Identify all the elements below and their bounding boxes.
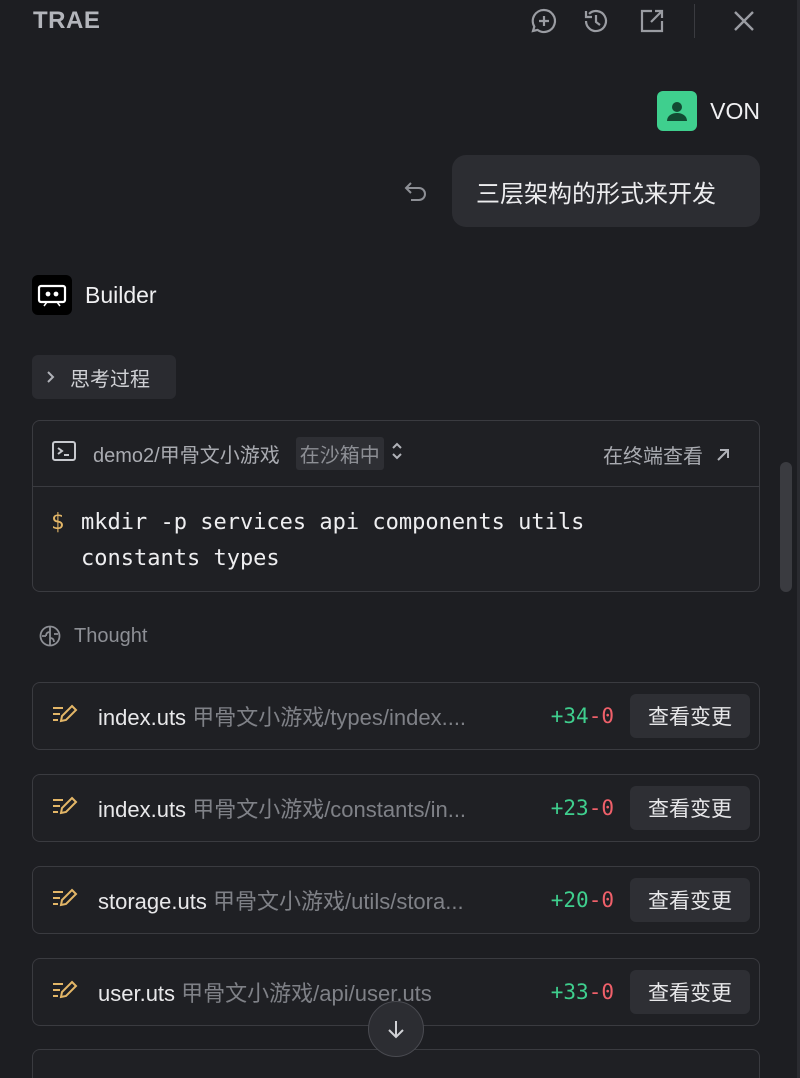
- file-change-card[interactable]: index.uts 甲骨文小游戏/constants/in... +23-0 查…: [32, 774, 760, 842]
- arrow-up-right-icon: [717, 448, 729, 461]
- terminal-command: $ mkdir -p services api components utils…: [33, 487, 759, 577]
- diff-stats: +23-0: [550, 796, 614, 820]
- file-path: 甲骨文小游戏/types/index....: [192, 705, 467, 730]
- file-path: 甲骨文小游戏/utils/stora...: [212, 889, 464, 914]
- diff-stats: +33-0: [550, 980, 614, 1004]
- user-name: VON: [710, 97, 760, 124]
- assistant-header: Builder: [32, 275, 157, 315]
- view-changes-button[interactable]: 查看变更: [630, 694, 750, 738]
- file-change-card[interactable]: storage.uts 甲骨文小游戏/utils/stora... +20-0 …: [32, 866, 760, 934]
- file-name: index.uts: [98, 705, 187, 730]
- terminal-header: demo2/甲骨文小游戏 在沙箱中 在终端查看: [33, 421, 759, 487]
- view-changes-button[interactable]: 查看变更: [630, 786, 750, 830]
- file-change-card[interactable]: index.uts 甲骨文小游戏/types/index.... +34-0 查…: [32, 682, 760, 750]
- close-icon[interactable]: [729, 6, 759, 36]
- command-line-1: mkdir -p services api components utils: [81, 510, 585, 535]
- command-line-2: constants types: [81, 546, 280, 571]
- user-icon: [667, 102, 688, 121]
- file-name: user.uts: [98, 981, 176, 1006]
- undo-icon[interactable]: [402, 177, 430, 205]
- file-path: 甲骨文小游戏/constants/in...: [192, 797, 467, 822]
- terminal-block: demo2/甲骨文小游戏 在沙箱中 在终端查看 $ mkdir -p servi…: [32, 420, 760, 592]
- view-changes-button[interactable]: 查看变更: [630, 878, 750, 922]
- file-name: storage.uts: [98, 889, 207, 914]
- chevron-right-icon: [47, 371, 55, 383]
- diff-stats: +34-0: [550, 704, 614, 728]
- builder-icon: [32, 275, 72, 315]
- user-message-bubble: 三层架构的形式来开发: [452, 155, 760, 227]
- user-row: VON: [657, 91, 760, 131]
- file-name: index.uts: [98, 797, 187, 822]
- edit-file-icon: [51, 887, 79, 916]
- edit-file-icon: [51, 703, 79, 732]
- app-title: TRAE: [33, 7, 101, 34]
- thinking-toggle[interactable]: 思考过程: [32, 355, 176, 399]
- edit-file-icon: [51, 795, 79, 824]
- brain-icon: [39, 625, 61, 647]
- view-in-terminal-label: 在终端查看: [603, 446, 703, 468]
- thinking-label: 思考过程: [70, 368, 150, 391]
- avatar: [657, 91, 698, 131]
- terminal-icon: [51, 440, 77, 467]
- sandbox-badge[interactable]: 在沙箱中: [295, 437, 384, 470]
- view-in-terminal-link[interactable]: 在终端查看: [603, 440, 733, 469]
- prompt-symbol: $: [51, 510, 65, 535]
- external-window-icon[interactable]: [637, 6, 667, 36]
- assistant-name: Builder: [85, 281, 157, 308]
- edit-file-icon: [51, 979, 79, 1008]
- header-divider: [694, 4, 695, 38]
- view-changes-button[interactable]: 查看变更: [630, 970, 750, 1014]
- thought-label: Thought: [74, 624, 148, 647]
- chat-add-icon[interactable]: [529, 6, 559, 36]
- history-icon[interactable]: [581, 6, 611, 36]
- diff-stats: +20-0: [550, 888, 614, 912]
- thought-row[interactable]: Thought: [38, 624, 147, 648]
- scroll-to-bottom-button[interactable]: [368, 1001, 424, 1057]
- arrow-down-icon: [388, 1021, 404, 1039]
- scrollbar-thumb[interactable]: [780, 462, 792, 592]
- terminal-path: demo2/甲骨文小游戏: [93, 445, 280, 467]
- chevron-up-down-icon[interactable]: [390, 440, 404, 467]
- panel-header: TRAE: [0, 0, 800, 44]
